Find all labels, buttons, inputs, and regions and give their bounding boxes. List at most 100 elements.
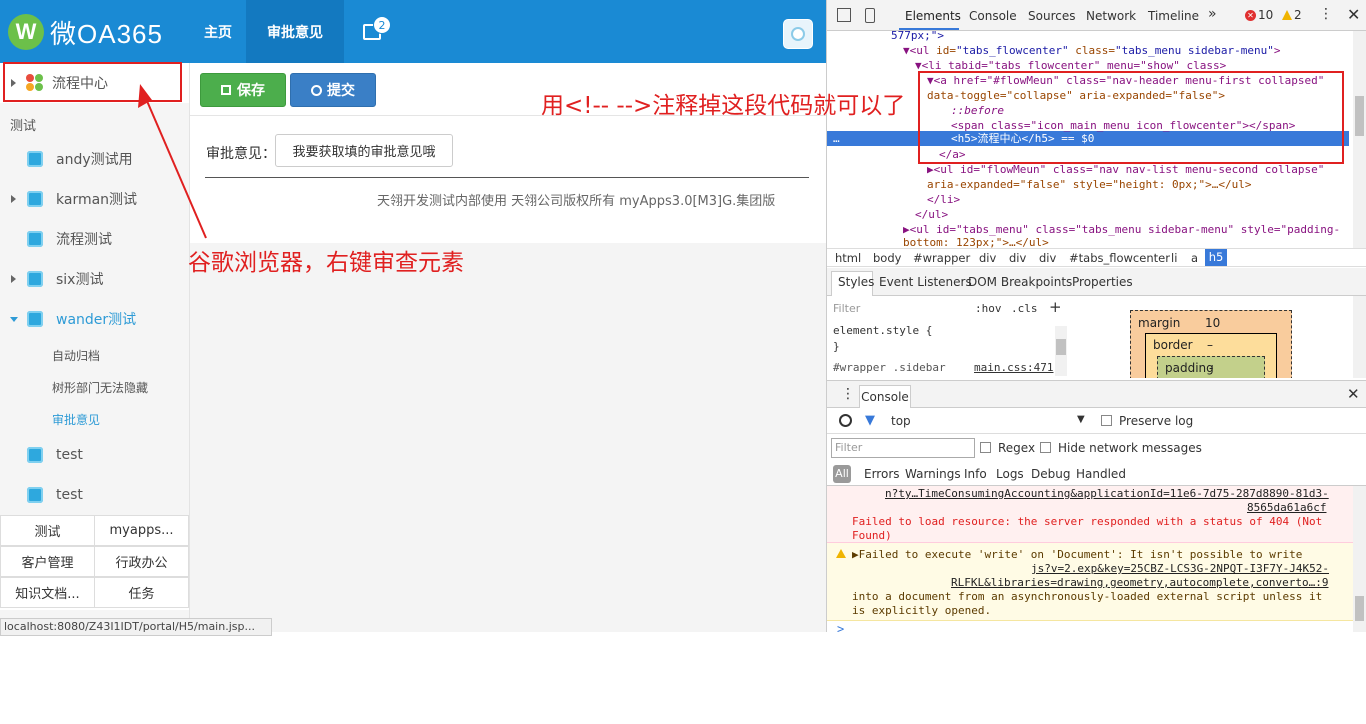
crumb[interactable]: div — [1039, 251, 1056, 265]
crumb[interactable]: #tabs_flowcenter — [1069, 251, 1170, 265]
console-prompt[interactable]: > — [837, 622, 844, 632]
device-icon[interactable] — [865, 8, 875, 23]
grid-item-knowledge[interactable]: 知识文档... — [0, 577, 95, 608]
error-count[interactable]: ✕ 10 — [1245, 8, 1273, 22]
scroll-thumb[interactable] — [1355, 96, 1364, 136]
error-icon: ✕ — [1245, 9, 1256, 21]
clear-console-icon[interactable] — [839, 414, 852, 427]
console-filter-input[interactable]: Filter — [831, 438, 975, 458]
context-select[interactable]: top — [891, 414, 911, 428]
regex-checkbox[interactable] — [980, 442, 991, 453]
padding-value[interactable]: - — [1209, 361, 1213, 375]
styles-filter-input[interactable]: Filter — [833, 302, 860, 315]
level-logs[interactable]: Logs — [996, 467, 1024, 481]
dom-scrollbar[interactable] — [1353, 31, 1366, 248]
opinion-button[interactable]: 我要获取填的审批意见哦 — [275, 134, 453, 167]
logo[interactable]: W 微OA365 — [8, 14, 163, 50]
grid-item-task[interactable]: 任务 — [94, 577, 189, 608]
crumb[interactable]: div — [1009, 251, 1026, 265]
sidebar-item-test-2[interactable]: test — [0, 475, 189, 515]
more-menu-icon[interactable]: ⋮ — [1319, 6, 1333, 22]
css-selector[interactable]: #wrapper .sidebar — [833, 361, 946, 374]
console-filter-bar: Filter Regex Hide network messages — [827, 434, 1366, 462]
crumb[interactable]: li — [1171, 251, 1177, 265]
level-all[interactable]: All — [833, 465, 851, 483]
tab-sources[interactable]: Sources — [1028, 9, 1075, 23]
submit-button[interactable]: 提交 — [290, 73, 376, 107]
console-log: n?ty…TimeConsumingAccounting&application… — [827, 486, 1353, 632]
dom-line[interactable]: ▶<ul id="flowMeun" class="nav nav-list m… — [927, 162, 1324, 177]
filter-icon[interactable]: ▼ — [865, 413, 875, 428]
inspect-icon[interactable] — [837, 8, 851, 22]
boxmodel-scrollbar[interactable] — [1353, 296, 1366, 378]
tab-timeline[interactable]: Timeline — [1148, 9, 1199, 23]
drawer-menu-icon[interactable]: ⋮ — [841, 386, 855, 402]
user-avatar[interactable] — [783, 19, 813, 49]
crumb[interactable]: a — [1191, 251, 1198, 265]
warning-count[interactable]: 2 — [1282, 8, 1302, 22]
warning-icon — [836, 549, 846, 558]
level-errors[interactable]: Errors — [864, 467, 900, 481]
tab-console[interactable]: Console — [969, 9, 1017, 23]
scroll-thumb[interactable] — [1355, 596, 1364, 621]
add-rule-icon[interactable]: + — [1049, 298, 1062, 316]
crumb[interactable]: html — [835, 251, 861, 265]
sidebar-item-wander[interactable]: wander测试 — [0, 299, 189, 339]
sidebar-item-six[interactable]: six测试 — [0, 259, 189, 299]
tab-dom-breakpoints[interactable]: DOM Breakpoints — [968, 275, 1072, 289]
warning-source-link[interactable]: js?v=2.exp&key=25CBZ-LCS3G-2NPQT-I3F7Y-J… — [1031, 562, 1329, 575]
submit-icon — [311, 84, 322, 96]
margin-value[interactable]: 10 — [1205, 316, 1220, 330]
hide-network-checkbox[interactable] — [1040, 442, 1051, 453]
browser-status-url: localhost:8080/Z43I1IDT/portal/H5/main.j… — [0, 618, 272, 636]
scroll-thumb[interactable] — [1056, 339, 1066, 355]
warning-source-link[interactable]: RLFKL&libraries=drawing,geometry,autocom… — [951, 576, 1329, 589]
sidebar-subitem-archive[interactable]: 自动归档 — [0, 339, 189, 371]
grid-item-test[interactable]: 测试 — [0, 515, 95, 546]
preserve-log-checkbox[interactable] — [1101, 415, 1112, 426]
grid-item-myapps[interactable]: myapps... — [94, 515, 189, 546]
grid-item-customer[interactable]: 客户管理 — [0, 546, 95, 577]
dom-line[interactable]: </ul> — [915, 207, 948, 222]
close-icon[interactable]: ✕ — [1347, 5, 1360, 24]
element-style-rule[interactable]: element.style { — [833, 324, 932, 337]
close-drawer-icon[interactable]: ✕ — [1347, 385, 1360, 403]
level-warnings[interactable]: Warnings — [905, 467, 961, 481]
sidebar-subitem-tree-dept[interactable]: 树形部门无法隐藏 — [0, 371, 189, 403]
level-info[interactable]: Info — [964, 467, 987, 481]
dom-line: aria-expanded="false" style="height: 0px… — [927, 178, 1252, 191]
level-handled[interactable]: Handled — [1076, 467, 1126, 481]
dom-line[interactable]: </li> — [927, 192, 960, 207]
crumb[interactable]: body — [873, 251, 901, 265]
warning-text[interactable]: ▶Failed to execute 'write' on 'Document'… — [852, 548, 1302, 561]
nav-approve-opinion[interactable]: 审批意见 — [246, 0, 344, 63]
tab-elements[interactable]: Elements — [905, 9, 961, 23]
tab-network[interactable]: Network — [1086, 9, 1136, 23]
tab-console-drawer[interactable]: Console — [859, 385, 911, 408]
context-dropdown-icon[interactable]: ▼ — [1077, 414, 1085, 425]
border-value[interactable]: – — [1207, 338, 1213, 352]
nav-home[interactable]: 主页 — [190, 0, 246, 63]
crumb[interactable]: #wrapper — [913, 251, 970, 265]
crumb-active[interactable]: h5 — [1205, 249, 1227, 266]
dom-line[interactable]: ▼<ul id="tabs_flowcenter" class="tabs_me… — [903, 43, 1281, 58]
tab-event-listeners[interactable]: Event Listeners — [879, 275, 972, 289]
cls-toggle[interactable]: .cls — [1011, 302, 1038, 315]
level-debug[interactable]: Debug — [1031, 467, 1070, 481]
tab-properties[interactable]: Properties — [1072, 275, 1133, 289]
hov-toggle[interactable]: :hov — [975, 302, 1002, 315]
sidebar-item-test-1[interactable]: test — [0, 435, 189, 475]
tabs-overflow-icon[interactable]: » — [1208, 6, 1217, 22]
styles-scrollbar[interactable] — [1055, 326, 1067, 376]
css-source-link[interactable]: main.css:471 — [974, 361, 1053, 374]
error-source-link[interactable]: n?ty…TimeConsumingAccounting&application… — [885, 487, 1329, 500]
error-source-link[interactable]: 8565da61a6cf — [1247, 501, 1326, 514]
console-scrollbar[interactable] — [1353, 486, 1366, 632]
crumb[interactable]: div — [979, 251, 996, 265]
grid-item-admin[interactable]: 行政办公 — [94, 546, 189, 577]
dom-line-ellipsis[interactable]: … — [833, 131, 840, 146]
nav-messages[interactable] — [344, 0, 400, 63]
sidebar-subitem-approve-opinion[interactable]: 审批意见 — [0, 403, 189, 435]
annotation-box-dom-code — [918, 71, 1344, 164]
tab-styles[interactable]: Styles — [838, 275, 874, 289]
